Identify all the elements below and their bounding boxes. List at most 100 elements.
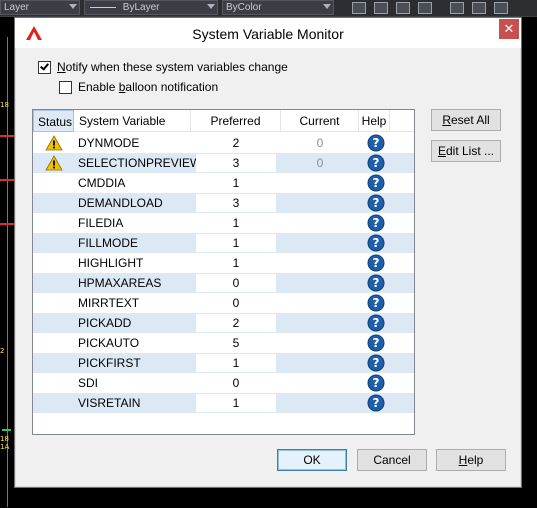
drawing-mark: 18 (0, 101, 9, 109)
current-value: 0 (316, 136, 324, 150)
preferred-value[interactable]: 1 (196, 393, 276, 413)
list-item[interactable]: PICKFIRST 1? (33, 353, 414, 373)
help-icon[interactable]: ? (367, 154, 385, 172)
help-icon[interactable]: ? (367, 194, 385, 212)
list-item[interactable]: MIRRTEXT 0? (33, 293, 414, 313)
svg-text:?: ? (373, 376, 380, 390)
chevron-down-icon (323, 4, 331, 9)
list-item[interactable]: FILEDIA 1? (33, 213, 414, 233)
title-bar[interactable]: System Variable Monitor ✕ (15, 18, 521, 48)
help-icon[interactable]: ? (367, 254, 385, 272)
list-item[interactable]: HIGHLIGHT 1? (33, 253, 414, 273)
preferred-value[interactable]: 3 (196, 193, 276, 213)
system-variable-list[interactable]: Status System Variable Preferred Current… (32, 109, 415, 435)
list-header: Status System Variable Preferred Current… (33, 110, 414, 132)
svg-text:?: ? (373, 396, 380, 410)
help-icon[interactable]: ? (367, 214, 385, 232)
system-variable-monitor-dialog: System Variable Monitor ✕ Notify when th… (14, 17, 522, 488)
help-icon[interactable]: ? (367, 394, 385, 412)
layer-tool-icon[interactable] (418, 2, 432, 14)
variable-name: PICKAUTO (78, 336, 140, 350)
warning-icon (45, 155, 63, 171)
help-icon[interactable]: ? (367, 174, 385, 192)
layer-combo[interactable]: Layer (0, 0, 80, 15)
svg-text:?: ? (373, 316, 380, 330)
preferred-value[interactable]: 3 (196, 153, 276, 173)
layer-tool-icon[interactable] (374, 2, 388, 14)
current-value (281, 353, 359, 373)
preferred-value[interactable]: 1 (196, 233, 276, 253)
column-header-preferred[interactable]: Preferred (191, 110, 281, 132)
color-combo[interactable]: ByColor (222, 0, 334, 15)
current-value (281, 373, 359, 393)
checkmark-icon (40, 60, 49, 71)
svg-text:?: ? (373, 256, 380, 270)
svg-text:?: ? (373, 216, 380, 230)
list-item[interactable]: FILLMODE 1? (33, 233, 414, 253)
layer-tool-icon[interactable] (494, 2, 508, 14)
balloon-checkbox-label: Enable balloon notification (78, 80, 219, 94)
layer-tool-icon[interactable] (472, 2, 486, 14)
current-value (281, 273, 359, 293)
column-header-current[interactable]: Current (281, 110, 359, 132)
layer-tool-icon[interactable] (450, 2, 464, 14)
list-item[interactable]: DEMANDLOAD 3? (33, 193, 414, 213)
preferred-value[interactable]: 1 (196, 353, 276, 373)
preferred-value[interactable]: 2 (196, 313, 276, 333)
svg-text:?: ? (373, 236, 380, 250)
close-button[interactable]: ✕ (499, 19, 519, 39)
list-item[interactable]: SELECTIONPREVIEW 3 0? (33, 153, 414, 173)
cancel-button[interactable]: Cancel (357, 449, 427, 471)
column-header-help[interactable]: Help (359, 110, 390, 132)
notify-checkbox-row[interactable]: Notify when these system variables chang… (38, 60, 288, 74)
linetype-combo[interactable]: ByLayer (84, 0, 218, 15)
edit-list-button[interactable]: Edit List ... (431, 140, 501, 162)
help-icon[interactable]: ? (367, 334, 385, 352)
list-item[interactable]: PICKADD 2? (33, 313, 414, 333)
list-item[interactable]: CMDDIA 1? (33, 173, 414, 193)
preferred-value[interactable]: 1 (196, 253, 276, 273)
balloon-checkbox[interactable] (59, 80, 72, 94)
column-header-variable[interactable]: System Variable (74, 110, 191, 132)
preferred-value[interactable]: 1 (196, 173, 276, 193)
help-button[interactable]: Help (436, 449, 506, 471)
list-item[interactable]: VISRETAIN 1? (33, 393, 414, 413)
ok-button[interactable]: OK (277, 449, 347, 471)
preferred-value[interactable]: 1 (196, 213, 276, 233)
current-value (281, 253, 359, 273)
help-icon[interactable]: ? (367, 134, 385, 152)
list-item[interactable]: HPMAXAREAS 0? (33, 273, 414, 293)
variable-name: CMDDIA (78, 176, 126, 190)
list-item[interactable]: PICKAUTO 5? (33, 333, 414, 353)
help-icon[interactable]: ? (367, 354, 385, 372)
svg-text:?: ? (373, 136, 380, 150)
help-icon[interactable]: ? (367, 274, 385, 292)
layer-tool-icon[interactable] (352, 2, 366, 14)
layer-tool-icon[interactable] (396, 2, 410, 14)
svg-text:?: ? (373, 156, 380, 170)
preferred-value[interactable]: 2 (196, 133, 276, 153)
preferred-value[interactable]: 0 (196, 293, 276, 313)
column-header-status[interactable]: Status (33, 110, 74, 132)
preferred-value[interactable]: 5 (196, 333, 276, 353)
current-value (281, 173, 359, 193)
preferred-value[interactable]: 0 (196, 273, 276, 293)
help-icon[interactable]: ? (367, 374, 385, 392)
notify-checkbox[interactable] (38, 60, 51, 74)
dialog-title: System Variable Monitor (192, 26, 344, 42)
preferred-value[interactable]: 0 (196, 373, 276, 393)
reset-all-button[interactable]: Reset All (431, 109, 501, 131)
linetype-combo-label: ByLayer (122, 2, 160, 13)
variable-name: VISRETAIN (78, 396, 141, 410)
help-icon[interactable]: ? (367, 234, 385, 252)
help-icon[interactable]: ? (367, 294, 385, 312)
list-item[interactable]: SDI 0? (33, 373, 414, 393)
help-icon[interactable]: ? (367, 314, 385, 332)
close-icon: ✕ (503, 21, 515, 36)
variable-name: HIGHLIGHT (78, 256, 144, 270)
svg-text:?: ? (373, 196, 380, 210)
balloon-checkbox-row[interactable]: Enable balloon notification (59, 80, 218, 94)
list-item[interactable]: DYNMODE 2 0? (33, 133, 414, 153)
drawing-green-line (2, 429, 11, 431)
svg-text:?: ? (373, 176, 380, 190)
